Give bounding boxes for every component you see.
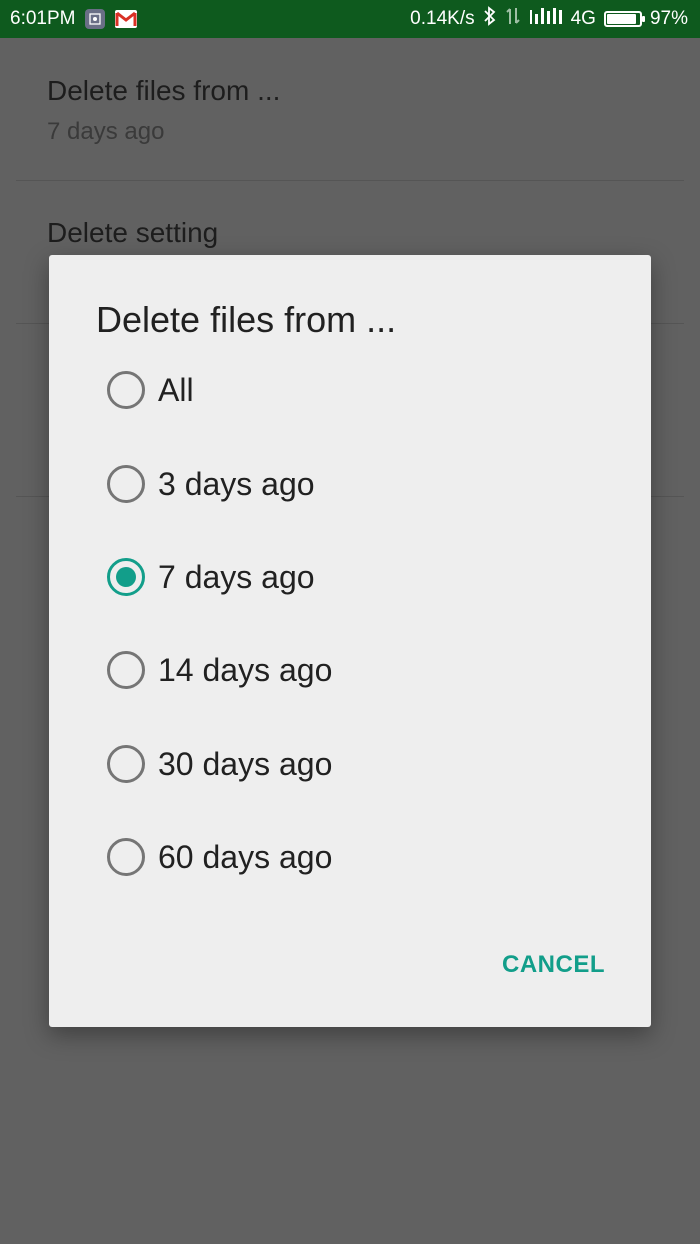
radio-button[interactable] <box>107 558 145 596</box>
option-3-days[interactable]: 3 days ago <box>49 444 651 524</box>
option-7-days[interactable]: 7 days ago <box>49 537 651 617</box>
gmail-icon <box>115 10 138 28</box>
status-bar: 6:01PM 0.14K/s 4G 97% <box>0 0 700 38</box>
status-time: 6:01PM <box>10 8 76 29</box>
data-transfer-icon <box>505 6 521 32</box>
option-label: All <box>158 371 194 408</box>
delete-files-dialog: Delete files from ... All 3 days ago 7 d… <box>49 255 651 1027</box>
option-label: 3 days ago <box>158 465 315 502</box>
option-all[interactable]: All <box>49 350 651 430</box>
battery-fill <box>606 14 636 24</box>
battery-percent: 97% <box>649 8 688 29</box>
network-speed: 0.14K/s <box>410 8 475 29</box>
option-label: 30 days ago <box>158 745 333 782</box>
cancel-button[interactable]: CANCEL <box>496 947 611 983</box>
radio-button[interactable] <box>107 745 145 783</box>
option-14-days[interactable]: 14 days ago <box>49 630 651 710</box>
list-item[interactable]: Delete files from ... 7 days ago <box>0 38 700 180</box>
option-label: 7 days ago <box>158 558 315 595</box>
list-item-title: Delete setting <box>47 217 219 248</box>
radio-button[interactable] <box>107 838 145 876</box>
option-label: 14 days ago <box>158 651 333 688</box>
radio-button[interactable] <box>107 371 145 409</box>
network-type: 4G <box>570 8 596 29</box>
bluetooth-icon <box>483 6 497 32</box>
dialog-title: Delete files from ... <box>96 299 397 340</box>
option-60-days[interactable]: 60 days ago <box>49 817 651 897</box>
option-label: 60 days ago <box>158 838 333 875</box>
radio-button[interactable] <box>107 465 145 503</box>
radio-button[interactable] <box>107 651 145 689</box>
option-30-days[interactable]: 30 days ago <box>49 724 651 804</box>
signal-icon <box>529 6 563 32</box>
list-item-title: Delete files from ... <box>47 75 281 106</box>
screenshot-app-icon <box>85 9 106 29</box>
battery-icon <box>603 11 645 27</box>
list-item-subtitle: 7 days ago <box>47 118 165 145</box>
